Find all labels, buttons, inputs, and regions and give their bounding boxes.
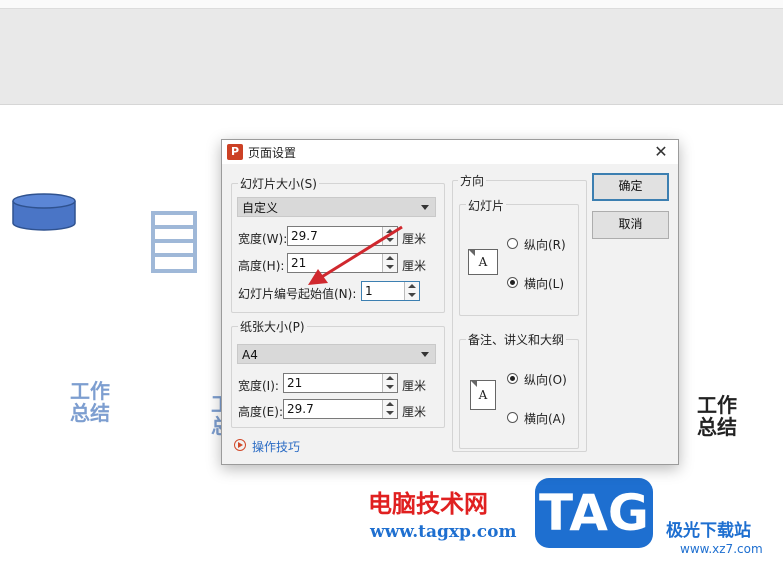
app-top-strip bbox=[0, 0, 783, 9]
watermark-tag-badge: TAG bbox=[535, 478, 653, 548]
watermark-site2-url: www.xz7.com bbox=[680, 542, 763, 556]
ok-button[interactable]: 确定 bbox=[592, 173, 669, 201]
paper-width-label: 宽度(I): bbox=[238, 379, 279, 393]
watermark-url: www.tagxp.com bbox=[370, 522, 517, 542]
spin-up-icon bbox=[386, 402, 394, 406]
slides-portrait-label[interactable]: 纵向(R) bbox=[524, 236, 566, 253]
book-shape[interactable] bbox=[150, 210, 198, 274]
spin-up-icon bbox=[386, 376, 394, 380]
watermark-site2: 极光下载站 bbox=[666, 521, 751, 541]
database-shape[interactable] bbox=[10, 192, 78, 236]
paper-height-spinner[interactable] bbox=[382, 400, 397, 418]
notes-landscape-label[interactable]: 横向(A) bbox=[524, 410, 566, 427]
paper-width-unit: 厘米 bbox=[402, 379, 427, 393]
spin-down-icon bbox=[386, 385, 394, 389]
paper-height-label: 高度(E): bbox=[238, 405, 283, 419]
annotation-arrow bbox=[308, 225, 403, 285]
paper-width-value: 21 bbox=[287, 376, 303, 390]
close-icon[interactable]: ✕ bbox=[650, 142, 672, 162]
watermark-tag-text: TAG bbox=[539, 484, 649, 542]
chevron-down-icon bbox=[421, 352, 429, 357]
slide-text-right[interactable]: 工作 总结 bbox=[697, 394, 737, 438]
height-label: 高度(H): bbox=[238, 259, 285, 273]
play-circle-icon[interactable] bbox=[234, 439, 246, 451]
slide-size-value: 自定义 bbox=[242, 201, 279, 215]
dialog-titlebar[interactable]: P 页面设置 ✕ bbox=[222, 140, 678, 164]
paper-height-unit: 厘米 bbox=[402, 405, 427, 419]
slide-size-select[interactable]: 自定义 bbox=[237, 197, 436, 217]
paper-width-spinner[interactable] bbox=[382, 374, 397, 392]
portrait-page-icon: A bbox=[470, 380, 496, 410]
paper-size-value: A4 bbox=[242, 348, 258, 362]
slides-landscape-label[interactable]: 横向(L) bbox=[524, 275, 564, 292]
slides-orientation-title: 幻灯片 bbox=[466, 197, 507, 214]
slide-text-left[interactable]: 工作 总结 bbox=[70, 380, 110, 424]
notes-portrait-label[interactable]: 纵向(O) bbox=[524, 371, 567, 388]
orientation-title: 方向 bbox=[458, 172, 487, 189]
notes-orientation-title: 备注、讲义和大纲 bbox=[466, 331, 567, 348]
watermark-cn-text: 电脑技术网 bbox=[368, 490, 488, 518]
tips-link[interactable]: 操作技巧 bbox=[252, 438, 300, 455]
paper-height-input[interactable]: 29.7 bbox=[283, 399, 398, 419]
paper-height-value: 29.7 bbox=[287, 402, 314, 416]
notes-portrait-radio[interactable] bbox=[507, 373, 518, 384]
slides-portrait-radio[interactable] bbox=[507, 238, 518, 249]
spin-down-icon bbox=[408, 293, 416, 297]
slide-size-group-title: 幻灯片大小(S) bbox=[238, 175, 319, 192]
dialog-title: 页面设置 bbox=[248, 146, 297, 160]
landscape-page-icon: A bbox=[468, 249, 498, 275]
paper-width-input[interactable]: 21 bbox=[283, 373, 398, 393]
cancel-button[interactable]: 取消 bbox=[592, 211, 669, 239]
notes-landscape-radio[interactable] bbox=[507, 412, 518, 423]
page-setup-dialog: P 页面设置 ✕ 幻灯片大小(S) 自定义 宽度(W): 29.7 厘米 高度(… bbox=[221, 139, 679, 465]
chevron-down-icon bbox=[421, 205, 429, 210]
paper-size-select[interactable]: A4 bbox=[237, 344, 436, 364]
spin-down-icon bbox=[386, 411, 394, 415]
slides-landscape-radio[interactable] bbox=[507, 277, 518, 288]
presentation-app-icon: P bbox=[227, 144, 243, 160]
paper-size-group-title: 纸张大小(P) bbox=[238, 318, 307, 335]
width-label: 宽度(W): bbox=[238, 232, 288, 246]
